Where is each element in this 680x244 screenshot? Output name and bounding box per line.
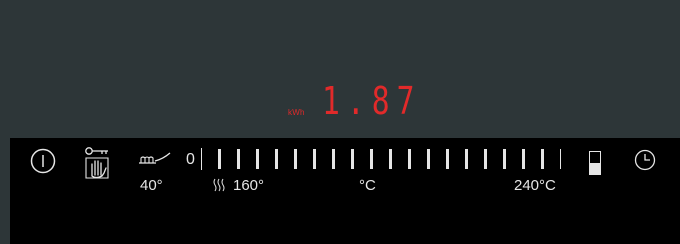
control-panel: 40° 0 160° °C 240°C: [10, 138, 680, 244]
key-hand-lock-icon[interactable]: [82, 146, 112, 180]
slider-tick[interactable]: [351, 149, 354, 169]
slider-tick[interactable]: [294, 149, 297, 169]
slider-tick[interactable]: [503, 149, 506, 169]
energy-value: 1.87: [322, 79, 422, 123]
slider-tick[interactable]: [237, 149, 240, 169]
level-indicator-frame: [589, 151, 601, 175]
slider-tick[interactable]: [389, 149, 392, 169]
slider-tick[interactable]: [332, 149, 335, 169]
slider-tick[interactable]: [256, 149, 259, 169]
slider-min-label: 0: [186, 151, 195, 168]
slider-tick[interactable]: [313, 149, 316, 169]
slider-tick[interactable]: [541, 149, 544, 169]
energy-unit: kWh: [288, 108, 305, 117]
slider-tick[interactable]: [465, 149, 468, 169]
slider-tick[interactable]: [427, 149, 430, 169]
slider-tick[interactable]: [275, 149, 278, 169]
slider-tick[interactable]: [218, 149, 221, 169]
temperature-max-label: 240°C: [514, 177, 556, 194]
heat-waves-icon: [213, 178, 225, 192]
temperature-unit-label: °C: [359, 177, 376, 194]
slider-tick[interactable]: [522, 149, 525, 169]
temperature-mid-label: 160°: [233, 177, 265, 194]
slider-tick[interactable]: [370, 149, 373, 169]
level-indicator-fill: [590, 163, 600, 174]
clock-icon[interactable]: [634, 149, 656, 171]
power-icon[interactable]: [30, 148, 56, 174]
keep-warm-temperature: 40°: [140, 177, 163, 194]
slider-ticks: [196, 138, 561, 178]
slider-tick[interactable]: [560, 149, 561, 169]
energy-reading: kWh 1.87: [288, 78, 414, 120]
slider-tick[interactable]: [484, 149, 487, 169]
keep-warm-icon[interactable]: [138, 150, 172, 166]
temperature-slider[interactable]: [196, 138, 561, 178]
level-indicator-icon: [589, 151, 601, 175]
slider-tick[interactable]: [408, 149, 411, 169]
slider-tick[interactable]: [446, 149, 449, 169]
